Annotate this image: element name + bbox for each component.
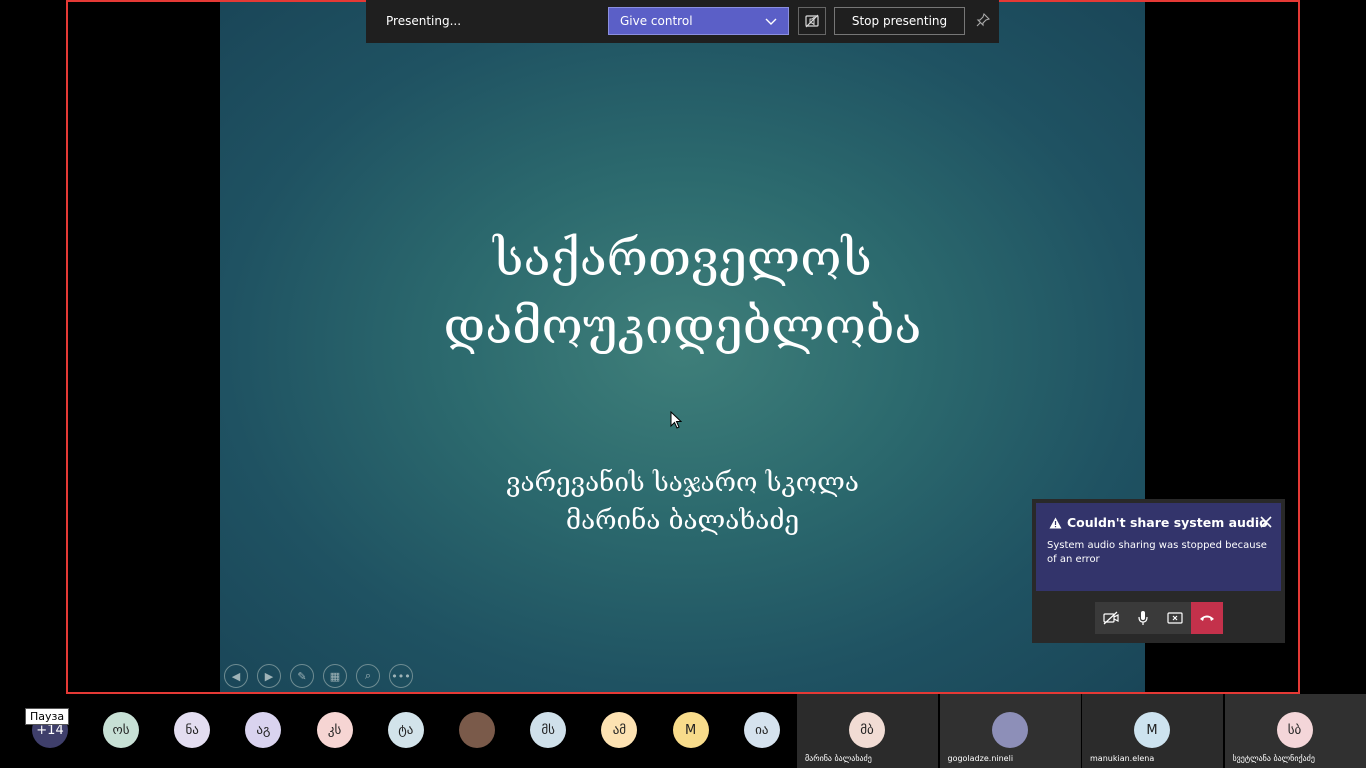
participant-avatar: სბ (1276, 712, 1313, 748)
toast-title: Couldn't share system audio (1067, 515, 1268, 530)
participant-avatar[interactable]: ტა (387, 712, 424, 748)
participant-tile[interactable]: Mmanukian.elena (1082, 694, 1223, 768)
pin-icon[interactable] (975, 12, 991, 28)
presenter-toolbar: Presenting... Give control Stop presenti… (366, 0, 999, 43)
participant-tile[interactable]: მბ მარინა ბალახაძე (797, 694, 938, 768)
hang-up-icon (1200, 615, 1214, 621)
microphone-icon (1138, 611, 1148, 625)
microphone-toggle[interactable] (1127, 602, 1159, 634)
stop-presenting-button[interactable]: Stop presenting (834, 7, 965, 35)
slide-grid-icon[interactable]: ▦ (323, 664, 347, 688)
close-icon[interactable] (1260, 516, 1272, 528)
error-toast: Couldn't share system audio System audio… (1036, 503, 1281, 591)
slide-title: საქართველოს დამოუკიდებლობა (220, 224, 1145, 360)
participant-tile[interactable]: gogoladze.nineli (939, 694, 1081, 768)
participant-avatar[interactable]: ნა (174, 712, 211, 748)
previous-slide-icon[interactable]: ◀ (224, 664, 248, 688)
more-options-icon[interactable]: ••• (389, 664, 413, 688)
participant-photo[interactable] (459, 712, 495, 748)
participant-avatar[interactable]: მს (530, 712, 567, 748)
give-control-label: Give control (620, 14, 693, 28)
stop-share-icon (1167, 612, 1183, 624)
participant-name: სვეტლანა ბალნიქაძე (1232, 754, 1315, 763)
participant-avatar: მბ (849, 712, 885, 748)
participant-avatar[interactable]: ოს (103, 712, 139, 748)
slide-subtitle-line-1: ვარევანის საჯარო სკოლა (506, 468, 859, 498)
participant-avatar[interactable]: M (672, 712, 709, 748)
warning-icon (1049, 517, 1062, 529)
stop-share-button[interactable] (1159, 602, 1191, 634)
speaker-off-icon (805, 14, 819, 28)
hang-up-button[interactable] (1191, 602, 1223, 634)
notification-panel: Couldn't share system audio System audio… (1032, 499, 1285, 643)
presentation-slide: საქართველოს დამოუკიდებლობა ვარევანის საჯ… (220, 2, 1145, 692)
chevron-down-icon (765, 18, 777, 25)
slide-title-line-1: საქართველოს (493, 229, 872, 287)
participant-name: მარინა ბალახაძე (805, 754, 872, 763)
participant-avatar[interactable]: კს (316, 712, 353, 748)
participant-avatar: M (1134, 712, 1170, 748)
mouse-cursor-icon (670, 411, 682, 429)
pause-tooltip: Пауза (25, 708, 70, 725)
participant-name: manukian.elena (1090, 754, 1155, 763)
call-controls (1095, 602, 1223, 634)
pen-icon[interactable]: ✎ (290, 664, 314, 688)
participant-name: gogoladze.nineli (947, 754, 1014, 763)
slide-subtitle-line-2: მარინა ბალახაძე (565, 506, 800, 536)
participant-tile[interactable]: სბ სვეტლანა ბალნიქაძე (1224, 694, 1366, 768)
next-slide-icon[interactable]: ▶ (257, 664, 281, 688)
presenting-status: Presenting... (386, 14, 462, 28)
slide-navigation: ◀ ▶ ✎ ▦ ⌕ ••• (224, 664, 413, 688)
camera-off-icon (1103, 611, 1119, 625)
participant-avatar[interactable]: ია (743, 712, 780, 748)
zoom-icon[interactable]: ⌕ (356, 664, 380, 688)
slide-subtitle: ვარევანის საჯარო სკოლა მარინა ბალახაძე (220, 464, 1145, 540)
system-audio-toggle[interactable] (798, 7, 826, 35)
camera-toggle[interactable] (1095, 602, 1127, 634)
toast-message: System audio sharing was stopped because… (1047, 540, 1267, 565)
slide-title-line-2: დამოუკიდებლობა (443, 297, 922, 355)
give-control-dropdown[interactable]: Give control (608, 7, 789, 35)
participant-photo (991, 712, 1028, 748)
